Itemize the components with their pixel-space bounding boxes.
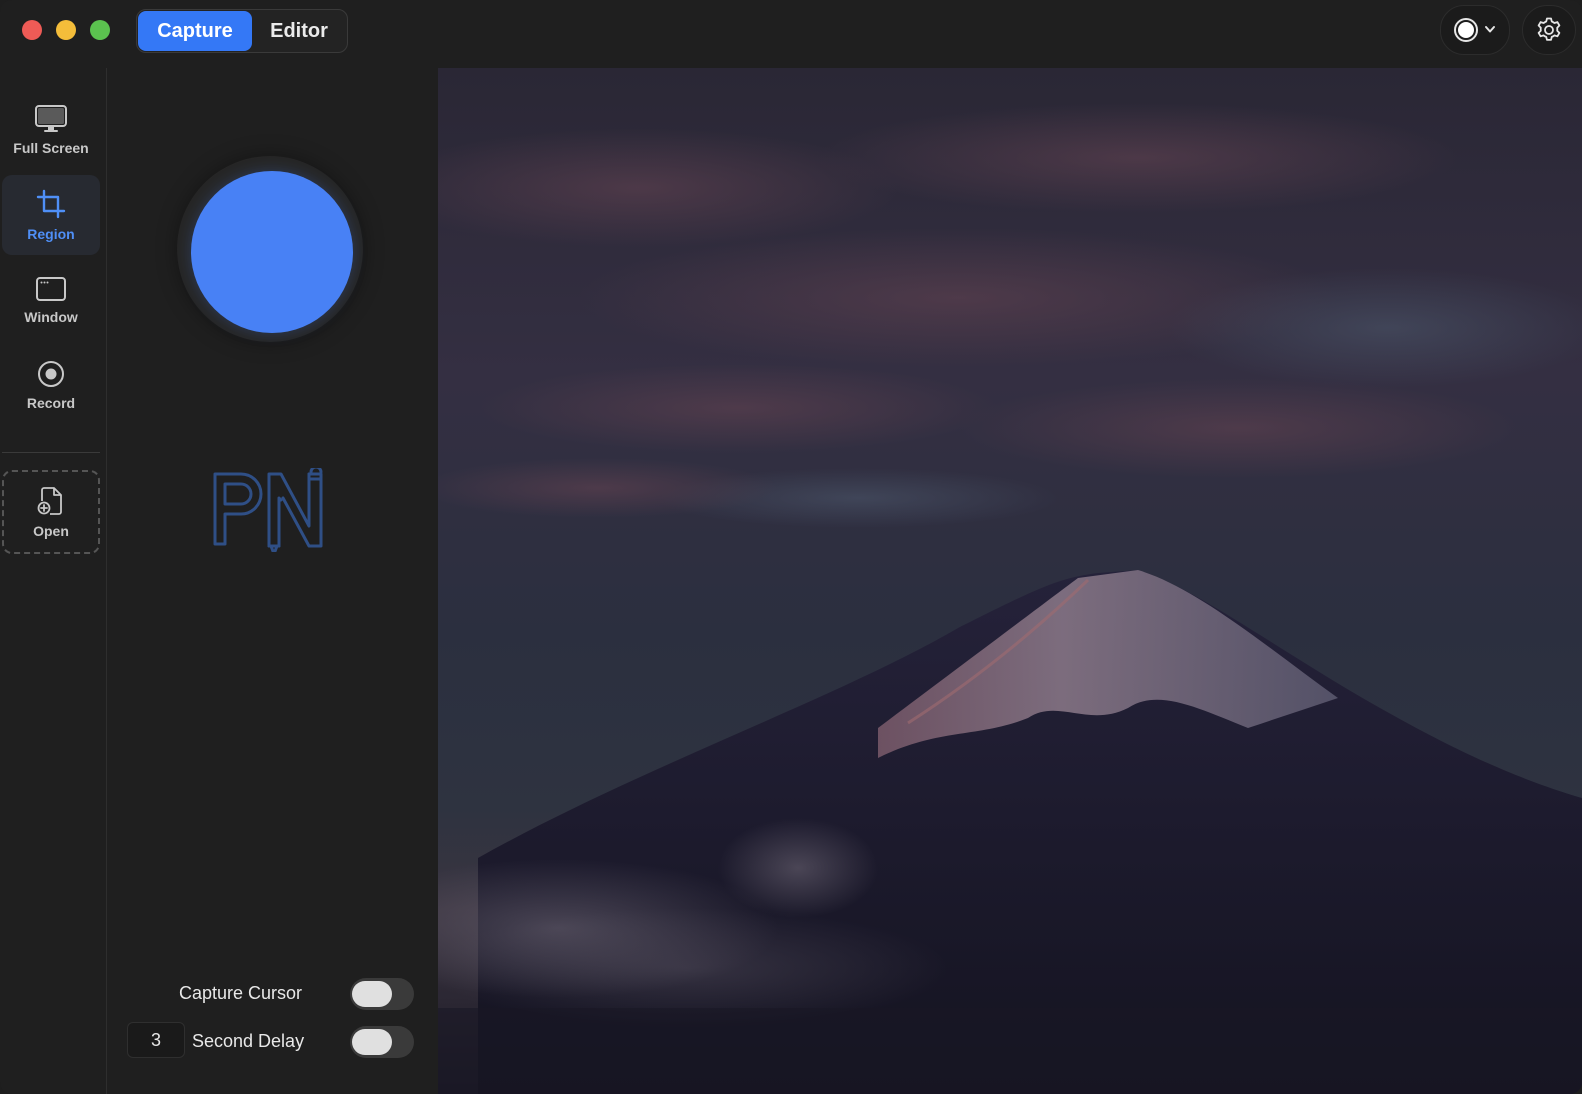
tab-capture[interactable]: Capture bbox=[138, 11, 252, 51]
desktop-preview bbox=[438, 68, 1582, 1094]
record-dot-icon bbox=[1454, 18, 1495, 42]
gear-icon bbox=[1537, 17, 1561, 41]
sidebar-divider bbox=[2, 452, 100, 453]
toggle-knob bbox=[352, 981, 392, 1007]
tool-record[interactable]: Record bbox=[2, 345, 100, 425]
crop-icon bbox=[36, 189, 66, 219]
capture-button[interactable] bbox=[191, 171, 353, 333]
capture-cursor-label: Capture Cursor bbox=[179, 983, 303, 1003]
mode-segmented-control: Capture Editor bbox=[136, 9, 348, 53]
capture-tools-sidebar: Full Screen Region Window Record Open bbox=[0, 68, 107, 1094]
record-icon bbox=[38, 361, 64, 387]
monitor-icon bbox=[35, 105, 67, 132]
maximize-window-button[interactable] bbox=[90, 20, 110, 40]
tool-window[interactable]: Window bbox=[2, 260, 100, 340]
second-delay-toggle[interactable] bbox=[350, 1026, 414, 1058]
open-label: Open bbox=[33, 523, 69, 539]
tool-label: Window bbox=[24, 309, 78, 325]
capture-cursor-toggle[interactable] bbox=[350, 978, 414, 1010]
capture-mode-dropdown[interactable] bbox=[1440, 5, 1510, 55]
app-logo-icon bbox=[213, 468, 323, 552]
delay-seconds-input[interactable] bbox=[127, 1022, 185, 1058]
window-icon bbox=[36, 277, 66, 301]
file-add-icon bbox=[37, 487, 62, 515]
capture-panel: Capture Cursor Second Delay bbox=[107, 68, 438, 1094]
second-delay-label: Second Delay bbox=[192, 1031, 305, 1051]
tool-region[interactable]: Region bbox=[2, 175, 100, 255]
minimize-window-button[interactable] bbox=[56, 20, 76, 40]
title-bar: Capture Editor bbox=[0, 0, 1582, 68]
tool-full-screen[interactable]: Full Screen bbox=[2, 90, 100, 170]
tool-label: Record bbox=[26, 395, 76, 411]
tab-editor[interactable]: Editor bbox=[252, 11, 346, 51]
tool-label: Full Screen bbox=[13, 140, 89, 156]
second-delay-row: Second Delay bbox=[107, 1022, 438, 1062]
app-window: Capture Editor Full Screen Region Window… bbox=[0, 0, 1582, 1094]
capture-cursor-row: Capture Cursor bbox=[107, 974, 438, 1014]
tool-label: Region bbox=[27, 226, 75, 242]
close-window-button[interactable] bbox=[22, 20, 42, 40]
wallpaper-image bbox=[438, 68, 1582, 1094]
open-file-button[interactable]: Open bbox=[2, 470, 100, 554]
toggle-knob bbox=[352, 1029, 392, 1055]
settings-button[interactable] bbox=[1522, 5, 1576, 55]
